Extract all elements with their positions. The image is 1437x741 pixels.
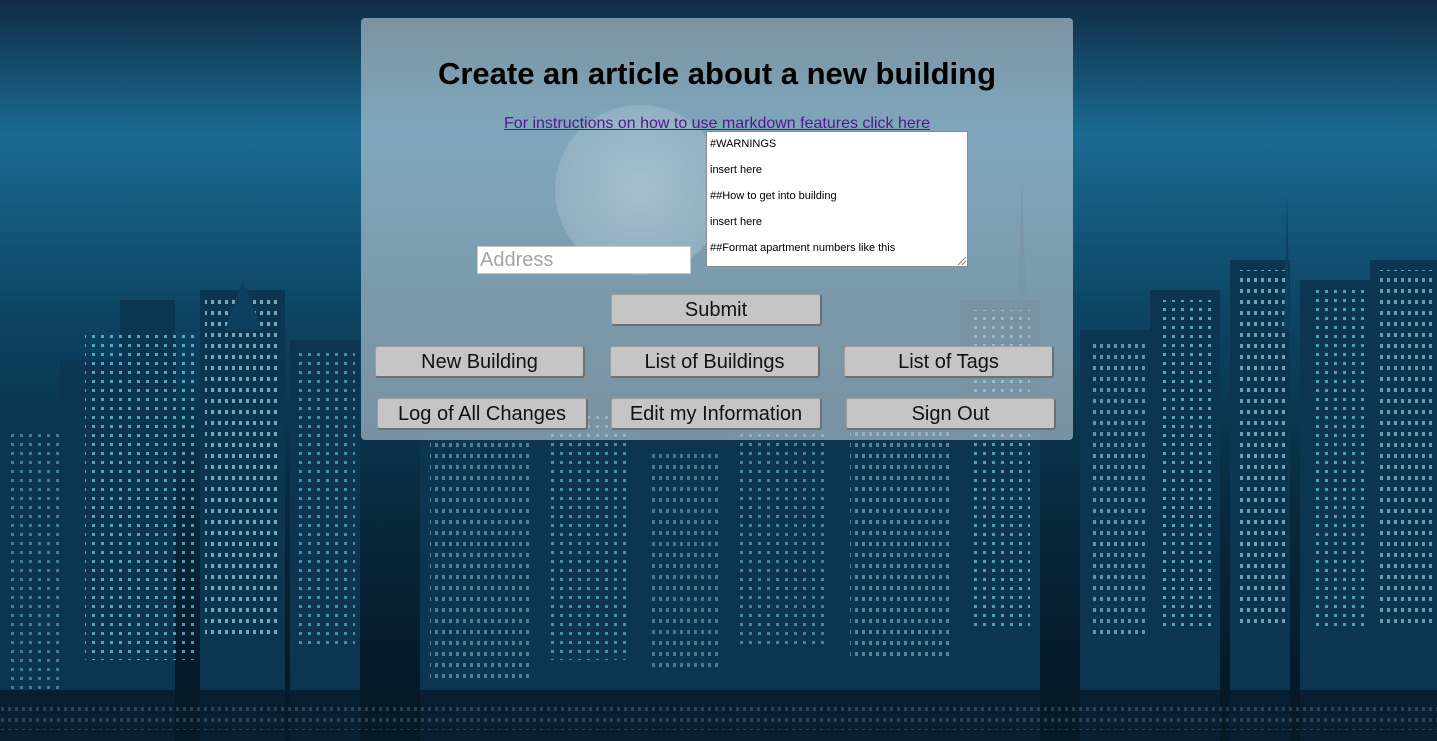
- edit-my-information-button[interactable]: Edit my Information: [611, 398, 822, 430]
- list-of-tags-button[interactable]: List of Tags: [844, 346, 1054, 378]
- editor-line: ##How to get into building: [710, 190, 837, 202]
- sign-out-button[interactable]: Sign Out: [846, 398, 1056, 430]
- article-markdown-textarea[interactable]: #WARNINGS insert here ##How to get into …: [706, 131, 968, 267]
- address-input[interactable]: [477, 246, 691, 274]
- editor-line: #WARNINGS: [710, 138, 777, 150]
- log-of-all-changes-button[interactable]: Log of All Changes: [377, 398, 588, 430]
- new-building-button[interactable]: New Building: [375, 346, 585, 378]
- list-of-buildings-button[interactable]: List of Buildings: [610, 346, 820, 378]
- editor-line: ##Format apartment numbers like this: [710, 242, 896, 254]
- editor-line: insert here: [710, 164, 762, 176]
- page-title: Create an article about a new building: [437, 56, 997, 91]
- textarea-resize-grip[interactable]: [958, 257, 966, 265]
- submit-button[interactable]: Submit: [611, 294, 822, 326]
- editor-line: insert here: [710, 216, 762, 228]
